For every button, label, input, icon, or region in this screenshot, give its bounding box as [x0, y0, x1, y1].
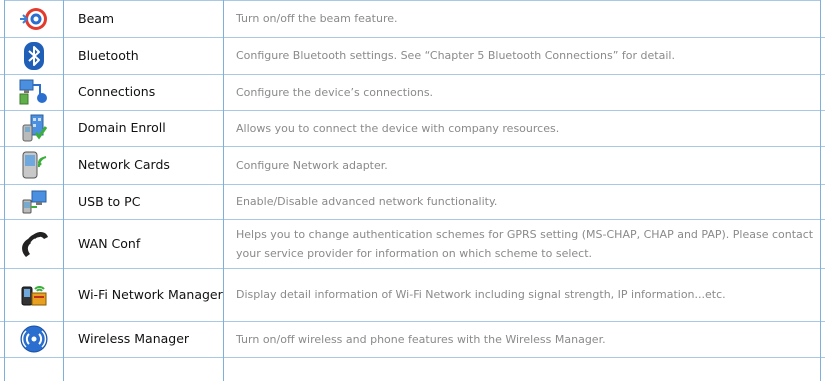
- setting-name: USB to PC: [64, 184, 224, 219]
- setting-name: Beam: [64, 0, 224, 37]
- setting-description: Configure Network adapter.: [236, 158, 388, 172]
- setting-description: Turn on/off the beam feature.: [236, 12, 398, 25]
- setting-description: Allows you to connect the device with co…: [236, 121, 560, 135]
- setting-description: Enable/Disable advanced network function…: [236, 195, 498, 208]
- icon-cell: [4, 268, 64, 321]
- table-row-wifi-network-manager: Wi-Fi Network Manager Display detail inf…: [0, 268, 825, 322]
- wan-phone-icon: [18, 227, 50, 261]
- setting-description: Configure the device’s connections.: [236, 85, 434, 99]
- icon-cell: [4, 74, 64, 110]
- icon-cell: [4, 321, 64, 357]
- setting-name: Bluetooth: [64, 37, 224, 74]
- table-row-beam: Beam Turn on/off the beam feature.: [0, 0, 825, 38]
- setting-name: Connections: [64, 74, 224, 110]
- domain-enroll-icon: [19, 113, 49, 143]
- setting-name: Wireless Manager: [64, 321, 224, 357]
- setting-description: Configure Bluetooth settings. See “Chapt…: [236, 49, 675, 62]
- name-column-continuation: [64, 357, 224, 381]
- table-left-border: [4, 0, 5, 381]
- table-row-connections: Connections Configure the device’s conne…: [0, 74, 825, 111]
- beam-target-icon: [19, 4, 49, 34]
- wireless-manager-icon: [19, 324, 49, 354]
- table-row-network-cards: Network Cards Configure Network adapter.: [0, 146, 825, 185]
- table-row-wireless-manager: Wireless Manager Turn on/off wireless an…: [0, 321, 825, 358]
- icon-cell: [4, 37, 64, 74]
- network-cards-icon: [19, 149, 49, 181]
- bluetooth-icon: [21, 41, 47, 71]
- icon-cell: [4, 184, 64, 219]
- icon-cell: [4, 146, 64, 184]
- connections-icon: [18, 77, 50, 107]
- wifi-manager-icon: [18, 279, 50, 311]
- icon-cell: [4, 219, 64, 268]
- usb-to-pc-icon: [19, 188, 49, 216]
- setting-description: Display detail information of Wi-Fi Netw…: [236, 288, 726, 301]
- setting-description: Helps you to change authentication schem…: [236, 227, 814, 260]
- table-row-wan-conf: WAN Conf Helps you to change authenticat…: [0, 219, 825, 269]
- setting-name: WAN Conf: [64, 219, 224, 268]
- icon-cell: [4, 110, 64, 146]
- icon-cell: [4, 0, 64, 37]
- setting-name: Domain Enroll: [64, 110, 224, 146]
- table-right-border: [820, 0, 821, 381]
- setting-name: Wi-Fi Network Manager: [64, 268, 224, 321]
- setting-name: Network Cards: [64, 146, 224, 184]
- table-row-bluetooth: Bluetooth Configure Bluetooth settings. …: [0, 37, 825, 75]
- table-row-domain-enroll: Domain Enroll Allows you to connect the …: [0, 110, 825, 147]
- setting-description: Turn on/off wireless and phone features …: [236, 332, 606, 346]
- icon-column-continuation: [4, 357, 64, 381]
- table-row-usb-to-pc: USB to PC Enable/Disable advanced networ…: [0, 184, 825, 220]
